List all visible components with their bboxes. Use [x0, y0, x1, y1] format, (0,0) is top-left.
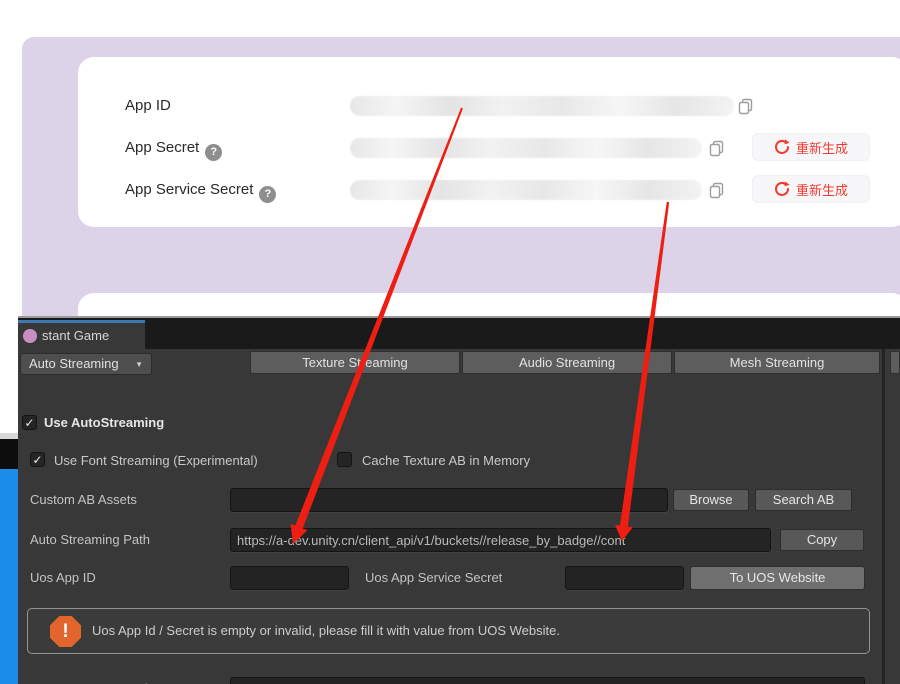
uos-app-service-secret-label: Uos App Service Secret — [365, 570, 502, 585]
regenerate-button-label: 重新生成 — [796, 180, 848, 199]
regenerate-app-service-secret-button[interactable]: 重新生成 — [752, 175, 870, 203]
warning-text: Uos App Id / Secret is empty or invalid,… — [92, 623, 560, 638]
help-icon[interactable]: ? — [205, 144, 222, 161]
warning-icon: ! — [50, 616, 81, 647]
custom-ab-assets-label: Custom AB Assets — [30, 492, 137, 507]
chevron-down-icon: ▼ — [135, 360, 143, 369]
app-secret-row: App Secret? 重新生成 — [78, 135, 900, 163]
unity-instant-game-panel: stant Game Auto Streaming ▼ Texture Stre… — [18, 316, 900, 684]
copy-icon[interactable] — [737, 98, 754, 115]
app-secret-label: App Secret — [125, 139, 199, 156]
use-font-streaming-checkbox[interactable]: ✓ — [30, 452, 45, 467]
uos-warning-box: ! Uos App Id / Secret is empty or invali… — [27, 608, 870, 654]
uos-app-id-label: Uos App ID — [30, 570, 96, 585]
app-secret-redacted-value — [350, 138, 702, 158]
uos-app-credentials-card: App ID App Secret? — [78, 57, 900, 227]
background-window-edge — [0, 439, 18, 469]
app-service-secret-label: App Service Secret — [125, 181, 253, 198]
app-service-secret-redacted-value — [350, 180, 702, 200]
use-autostreaming-checkbox[interactable]: ✓ — [22, 415, 37, 430]
app-id-label: App ID — [125, 97, 171, 114]
use-font-streaming-label: Use Font Streaming (Experimental) — [54, 453, 258, 468]
background-window-edge — [0, 469, 18, 684]
editor-tab-bar: stant Game — [18, 318, 900, 349]
auto-streaming-path-label: Auto Streaming Path — [30, 532, 150, 547]
app-service-secret-row: App Service Secret? 重新生成 — [78, 177, 900, 205]
copy-button[interactable]: Copy — [780, 529, 864, 551]
copy-icon[interactable] — [708, 182, 725, 199]
tab-mesh-streaming[interactable]: Mesh Streaming — [674, 351, 880, 374]
refresh-icon — [774, 139, 790, 155]
refresh-icon — [774, 181, 790, 197]
app-id-row: App ID — [78, 93, 900, 121]
custom-ab-assets-input[interactable] — [230, 488, 668, 512]
regenerate-app-secret-button[interactable]: 重新生成 — [752, 133, 870, 161]
tab-instant-game[interactable]: stant Game — [18, 320, 145, 349]
copy-icon[interactable] — [708, 140, 725, 157]
cache-texture-ab-label: Cache Texture AB in Memory — [362, 453, 530, 468]
cache-texture-ab-checkbox[interactable] — [337, 452, 352, 467]
uos-app-id-input[interactable] — [230, 566, 349, 590]
dropdown-selected-value: Auto Streaming — [29, 356, 119, 371]
max-cocurrent-load-input[interactable] — [230, 677, 865, 684]
help-icon[interactable]: ? — [259, 186, 276, 203]
panel-body: Auto Streaming ▼ Texture Streaming Audio… — [18, 349, 900, 684]
regenerate-button-label: 重新生成 — [796, 138, 848, 157]
tab-texture-streaming[interactable]: Texture Streaming — [250, 351, 460, 374]
auto-streaming-path-input[interactable] — [230, 528, 771, 552]
tab-next-streaming-clipped[interactable] — [890, 351, 900, 374]
panel-splitter[interactable] — [882, 349, 885, 684]
to-uos-website-button[interactable]: To UOS Website — [690, 566, 865, 590]
use-autostreaming-label: Use AutoStreaming — [44, 415, 164, 430]
tab-dot-icon — [23, 329, 37, 343]
app-id-redacted-value — [350, 96, 734, 116]
screenshot-stage: App ID App Secret? — [0, 0, 900, 684]
tab-title: stant Game — [42, 328, 109, 343]
uos-app-service-secret-input[interactable] — [565, 566, 684, 590]
search-ab-button[interactable]: Search AB — [755, 489, 852, 511]
tab-audio-streaming[interactable]: Audio Streaming — [462, 351, 672, 374]
browse-button[interactable]: Browse — [673, 489, 749, 511]
streaming-mode-dropdown[interactable]: Auto Streaming ▼ — [20, 353, 152, 375]
